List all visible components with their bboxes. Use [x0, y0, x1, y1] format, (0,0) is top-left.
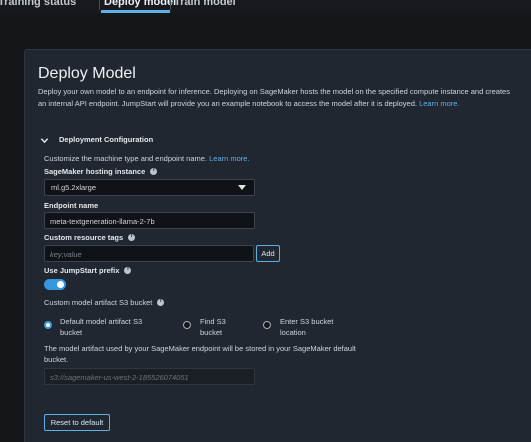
- tags-label-text: Custom resource tags: [44, 233, 124, 242]
- info-icon[interactable]: [128, 233, 136, 241]
- reset-to-default-button[interactable]: Reset to default: [44, 414, 110, 431]
- customize-learn-more-link[interactable]: Learn more.: [209, 154, 249, 163]
- endpoint-name-value: meta-textgeneration-llama-2-7b: [50, 217, 155, 226]
- customize-text-body: Customize the machine type and endpoint …: [44, 154, 208, 163]
- customize-text: Customize the machine type and endpoint …: [44, 154, 250, 163]
- info-icon[interactable]: [157, 298, 165, 306]
- s3-note: The model artifact used by your SageMake…: [44, 344, 356, 364]
- deploy-description: Deploy your own model to an endpoint for…: [38, 86, 518, 110]
- info-icon[interactable]: [124, 266, 132, 274]
- hosting-instance-label: SageMaker hosting instance: [44, 167, 158, 176]
- caret-down-icon: [238, 185, 246, 190]
- tab-train-model[interactable]: Train model: [174, 0, 236, 8]
- radio-label-enter-s3-location[interactable]: Enter S3 bucket location: [280, 316, 333, 338]
- jumpstart-prefix-label-text: Use JumpStart prefix: [44, 266, 120, 275]
- deploy-learn-more-link[interactable]: Learn more.: [419, 99, 459, 108]
- chevron-down-icon: [40, 137, 49, 143]
- active-tab-indicator: [101, 10, 170, 13]
- s3-bucket-label: Custom model artifact S3 bucket: [44, 298, 165, 307]
- radio-default-s3-bucket[interactable]: [44, 321, 52, 329]
- tab-deploy-model[interactable]: Deploy model: [104, 0, 176, 8]
- hosting-instance-select[interactable]: ml.g5.2xlarge: [44, 179, 255, 196]
- radio-label-line: bucket: [60, 328, 83, 337]
- hosting-instance-label-text: SageMaker hosting instance: [44, 167, 146, 176]
- tab-divider: [99, 0, 100, 10]
- section-collapse-toggle[interactable]: [40, 134, 49, 146]
- section-title: Deployment Configuration: [59, 135, 154, 144]
- tags-input[interactable]: key;value: [44, 245, 254, 262]
- radio-label-line: location: [280, 328, 306, 337]
- page-title: Deploy Model: [38, 65, 136, 82]
- radio-label-line: Find S3: [200, 317, 226, 326]
- tab-divider: [170, 0, 171, 10]
- radio-label-line: bucket: [200, 328, 223, 337]
- jumpstart-prefix-toggle[interactable]: [44, 279, 66, 290]
- endpoint-name-label: Endpoint name: [44, 201, 99, 210]
- add-tag-button[interactable]: Add: [256, 245, 280, 262]
- radio-label-line: Default model artifact S3: [60, 317, 143, 326]
- tab-bar: Training status Deploy model Train model: [0, 0, 531, 13]
- radio-label-default-s3-bucket[interactable]: Default model artifact S3 bucket: [60, 316, 142, 338]
- endpoint-name-input[interactable]: meta-textgeneration-llama-2-7b: [44, 212, 255, 229]
- radio-enter-s3-location[interactable]: [263, 321, 271, 329]
- jumpstart-prefix-label: Use JumpStart prefix: [44, 266, 132, 275]
- tags-label: Custom resource tags: [44, 233, 136, 242]
- s3-bucket-label-text: Custom model artifact S3 bucket: [44, 298, 153, 307]
- tab-training-status[interactable]: Training status: [0, 0, 76, 8]
- tags-placeholder: key;value: [50, 250, 82, 259]
- radio-label-find-s3-bucket[interactable]: Find S3 bucket: [200, 316, 226, 338]
- radio-find-s3-bucket[interactable]: [183, 321, 191, 329]
- s3-location-placeholder: s3://sagemaker-us-west-2-185526074051: [50, 373, 189, 382]
- radio-label-line: Enter S3 bucket: [280, 317, 334, 326]
- s3-location-input[interactable]: s3://sagemaker-us-west-2-185526074051: [44, 368, 255, 385]
- hosting-instance-value: ml.g5.2xlarge: [51, 183, 97, 192]
- info-icon[interactable]: [150, 167, 158, 175]
- toggle-knob: [57, 281, 64, 288]
